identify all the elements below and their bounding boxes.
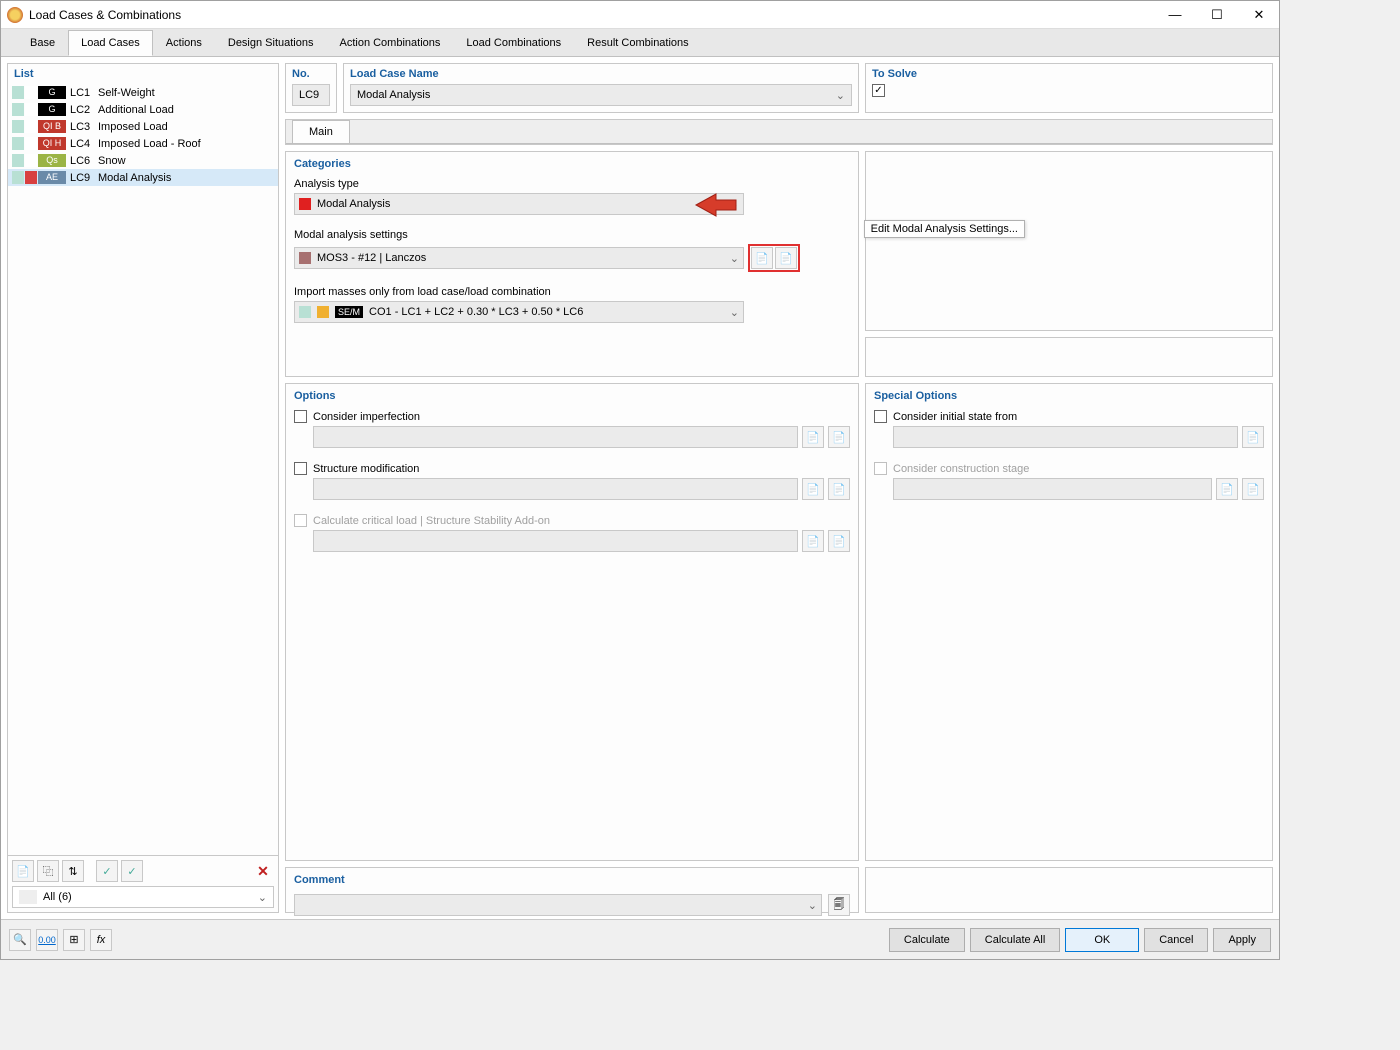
- structure-mod-input[interactable]: [313, 478, 798, 500]
- settings-buttons-highlight: 📄 📄: [748, 244, 800, 272]
- sub-tab-main[interactable]: Main: [292, 120, 350, 143]
- delete-icon[interactable]: ✕: [252, 860, 274, 882]
- structure-modification-option[interactable]: Structure modification: [294, 462, 850, 475]
- load-case-name-field[interactable]: Modal Analysis⌄: [350, 84, 852, 106]
- detail-panel: No. LC9 Load Case Name Modal Analysis⌄ T…: [285, 63, 1273, 913]
- load-case-list[interactable]: GLC1Self-WeightGLC2Additional LoadQI BLC…: [8, 84, 278, 855]
- filter-select[interactable]: All (6) ⌄: [12, 886, 274, 908]
- dialog-window: Load Cases & Combinations — ☐ ✕ Base Loa…: [0, 0, 1280, 960]
- tab-result-combinations[interactable]: Result Combinations: [574, 30, 702, 56]
- import-masses-combo[interactable]: SE/M CO1 - LC1 + LC2 + 0.30 * LC3 + 0.50…: [294, 301, 744, 323]
- calc-critical-option: Calculate critical load | Structure Stab…: [294, 514, 850, 527]
- new-icon[interactable]: 📄: [12, 860, 34, 882]
- apply-button[interactable]: Apply: [1213, 928, 1271, 952]
- main-tab-row: Base Load Cases Actions Design Situation…: [1, 29, 1279, 57]
- pointer-arrow-icon: [694, 192, 738, 218]
- title-bar: Load Cases & Combinations — ☐ ✕: [1, 1, 1279, 29]
- consider-imperfection-option[interactable]: Consider imperfection: [294, 410, 850, 423]
- to-solve-checkbox[interactable]: ✓: [872, 84, 885, 97]
- tab-load-cases[interactable]: Load Cases: [68, 30, 153, 56]
- analysis-type-combo[interactable]: Modal Analysis ⌄: [294, 193, 744, 215]
- edit-icon[interactable]: 📄: [828, 426, 850, 448]
- button-bar: 🔍 0.00 ⊞ fx Calculate Calculate All OK C…: [1, 919, 1279, 959]
- list-header: List: [8, 64, 278, 84]
- calculate-button[interactable]: Calculate: [889, 928, 965, 952]
- app-icon: [7, 7, 23, 23]
- check-icon[interactable]: ✓: [96, 860, 118, 882]
- tab-base[interactable]: Base: [17, 30, 68, 56]
- sort-icon[interactable]: ⇅: [62, 860, 84, 882]
- critical-input: [313, 530, 798, 552]
- calculate-all-button[interactable]: Calculate All: [970, 928, 1061, 952]
- edit-settings-button[interactable]: 📄: [775, 247, 797, 269]
- initial-state-input[interactable]: [893, 426, 1238, 448]
- edit-icon: 📄: [1242, 478, 1264, 500]
- units-icon[interactable]: 0.00: [36, 929, 58, 951]
- list-item[interactable]: QI HLC4Imposed Load - Roof: [8, 135, 278, 152]
- construction-stage-option: Consider construction stage: [874, 462, 1264, 475]
- edit-icon[interactable]: 📄: [1242, 426, 1264, 448]
- window-title: Load Cases & Combinations: [29, 8, 1161, 22]
- preview-panel-top: [865, 151, 1273, 331]
- new-icon: 📄: [1216, 478, 1238, 500]
- minimize-button[interactable]: —: [1161, 5, 1189, 25]
- help-icon[interactable]: 🔍: [9, 929, 31, 951]
- list-item[interactable]: GLC2Additional Load: [8, 101, 278, 118]
- to-solve-box: To Solve ✓: [865, 63, 1273, 113]
- name-box: Load Case Name Modal Analysis⌄: [343, 63, 859, 113]
- preview-panel-mid: [865, 337, 1273, 377]
- tab-design-situations[interactable]: Design Situations: [215, 30, 327, 56]
- new-settings-button[interactable]: 📄: [751, 247, 773, 269]
- copy-icon[interactable]: ⿻: [37, 860, 59, 882]
- filter-label: All (6): [43, 891, 72, 903]
- tab-action-combinations[interactable]: Action Combinations: [326, 30, 453, 56]
- cancel-button[interactable]: Cancel: [1144, 928, 1208, 952]
- check2-icon[interactable]: ✓: [121, 860, 143, 882]
- edit-icon[interactable]: 📄: [828, 478, 850, 500]
- initial-state-option[interactable]: Consider initial state from: [874, 410, 1264, 423]
- chevron-down-icon: ⌄: [836, 89, 845, 102]
- ok-button[interactable]: OK: [1065, 928, 1139, 952]
- modal-settings-combo[interactable]: MOS3 - #12 | Lanczos ⌄: [294, 247, 744, 269]
- bottom-right-panel: [865, 867, 1273, 913]
- comment-field[interactable]: ⌄: [294, 894, 822, 916]
- list-item[interactable]: QsLC6Snow: [8, 152, 278, 169]
- chevron-down-icon: ⌄: [258, 891, 267, 904]
- imperfection-input[interactable]: [313, 426, 798, 448]
- new-icon[interactable]: 📄: [802, 426, 824, 448]
- chevron-down-icon: ⌄: [730, 252, 739, 265]
- list-item[interactable]: GLC1Self-Weight: [8, 84, 278, 101]
- tree-icon[interactable]: ⊞: [63, 929, 85, 951]
- chevron-down-icon: ⌄: [730, 306, 739, 319]
- list-panel: List GLC1Self-WeightGLC2Additional LoadQ…: [7, 63, 279, 913]
- list-item[interactable]: AELC9Modal Analysis: [8, 169, 278, 186]
- fx-icon[interactable]: fx: [90, 929, 112, 951]
- new-icon[interactable]: 📄: [802, 478, 824, 500]
- maximize-button[interactable]: ☐: [1203, 5, 1231, 25]
- tooltip: Edit Modal Analysis Settings...: [864, 220, 1025, 238]
- new-icon: 📄: [802, 530, 824, 552]
- comment-attach-icon[interactable]: 🗐: [828, 894, 850, 916]
- edit-icon: 📄: [828, 530, 850, 552]
- list-item[interactable]: QI BLC3Imposed Load: [8, 118, 278, 135]
- no-box: No. LC9: [285, 63, 337, 113]
- no-field[interactable]: LC9: [292, 84, 330, 106]
- tab-actions[interactable]: Actions: [153, 30, 215, 56]
- construction-stage-input: [893, 478, 1212, 500]
- close-button[interactable]: ✕: [1245, 5, 1273, 25]
- content-area: List GLC1Self-WeightGLC2Additional LoadQ…: [1, 57, 1279, 919]
- tab-load-combinations[interactable]: Load Combinations: [453, 30, 574, 56]
